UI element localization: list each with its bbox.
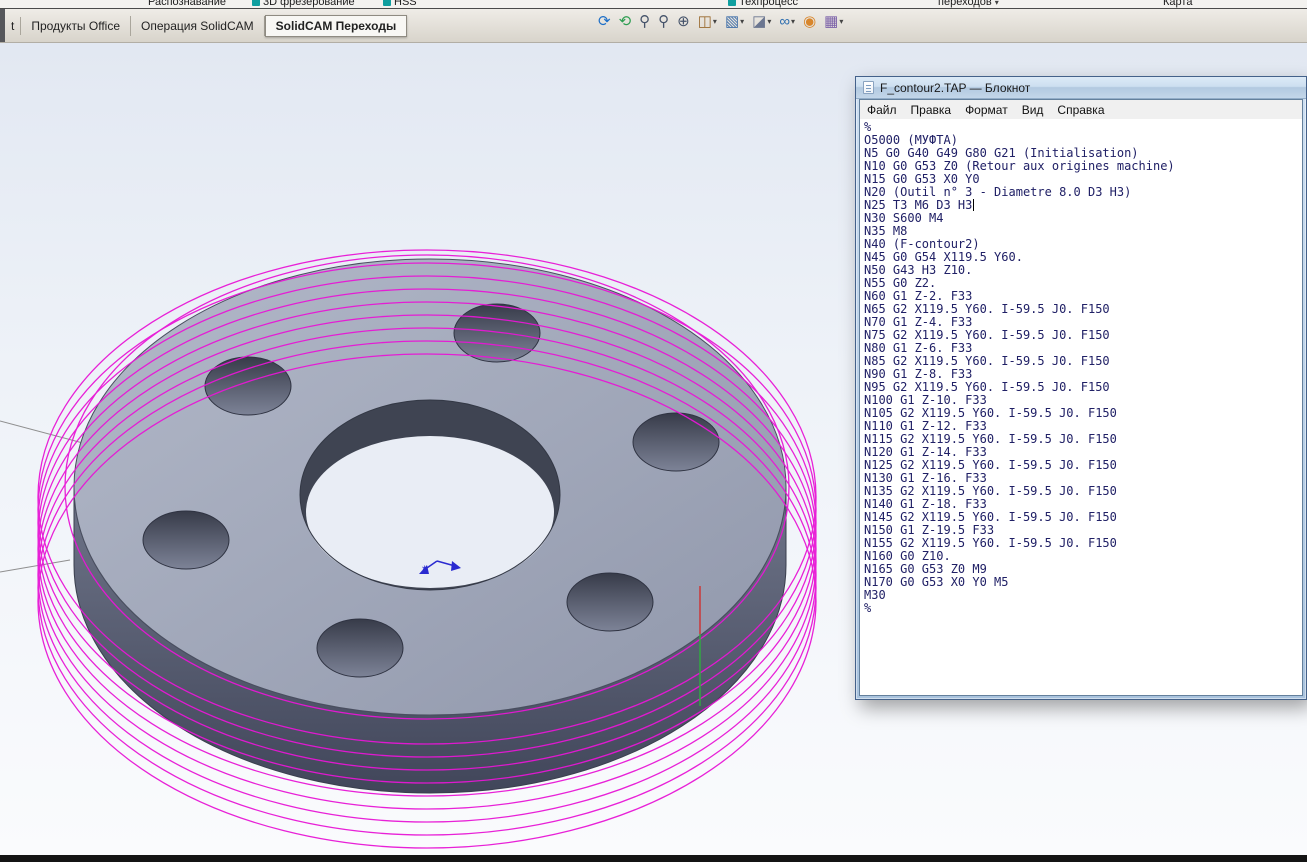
menu-item-справка[interactable]: Справка xyxy=(1050,101,1111,119)
ribbon-item[interactable]: Карта xyxy=(1163,0,1192,8)
hide-show-items-icon-glyph: ∞ xyxy=(779,14,790,29)
svg-text:*: * xyxy=(422,563,427,577)
ribbon-item[interactable]: Техпроцесс xyxy=(728,0,798,8)
hide-show-items-icon[interactable]: ∞▾ xyxy=(779,14,795,29)
chevron-down-icon: ▾ xyxy=(767,18,771,26)
chevron-down-icon: ▾ xyxy=(839,18,843,26)
apply-scene-icon[interactable]: ▦▾ xyxy=(824,14,843,29)
ribbon-item[interactable]: переходов▾ xyxy=(938,0,999,8)
ribbon-item[interactable]: HSS xyxy=(383,0,417,8)
zoom-fit-icon[interactable]: ⚲ xyxy=(639,14,650,29)
ribbon-item-label: Карта xyxy=(1163,0,1192,8)
rebuild-icon[interactable]: ⟳ xyxy=(598,14,611,29)
zoom-area-icon[interactable]: ⚲ xyxy=(658,14,669,29)
menu-item-правка[interactable]: Правка xyxy=(904,101,959,119)
zoom-fit-icon-glyph: ⚲ xyxy=(639,14,650,29)
ribbon-item[interactable]: 3D фрезерование xyxy=(252,0,355,8)
apply-scene-icon-glyph: ▦ xyxy=(824,14,838,29)
previous-view-icon-glyph: ⊕ xyxy=(677,14,690,29)
edit-appearance-icon[interactable]: ◉ xyxy=(803,14,816,29)
part-flange[interactable] xyxy=(74,259,786,793)
ribbon-item-icon xyxy=(383,0,391,6)
solidcam-window: Распознавание 3D фрезерование HSS Техпроцес… xyxy=(0,0,1307,862)
tab-операция-solidcam[interactable]: Операция SolidCAM xyxy=(131,16,265,36)
notepad-text-area[interactable]: %O5000 (МУФТА)N5 G0 G40 G49 G80 G21 (Ini… xyxy=(860,119,1302,695)
display-style-icon[interactable]: ◪▾ xyxy=(752,14,771,29)
section-view-icon[interactable]: ◫▾ xyxy=(698,14,717,29)
code-line: N30 S600 M4 xyxy=(864,212,1302,225)
tab-solidcam-переходы[interactable]: SolidCAM Переходы xyxy=(265,15,408,37)
view-orientation-icon-glyph: ▧ xyxy=(725,14,739,29)
ribbon-item-label: 3D фрезерование xyxy=(263,0,355,8)
ribbon-item-label: HSS xyxy=(394,0,417,8)
ribbon-item-icon xyxy=(252,0,260,6)
display-style-icon-glyph: ◪ xyxy=(752,14,766,29)
ribbon-item-label: переходов xyxy=(938,0,992,8)
previous-view-icon[interactable]: ⊕ xyxy=(677,14,690,29)
tab-продукты-office[interactable]: Продукты Office xyxy=(21,16,131,36)
commandmanager-tabs: Продукты OfficeОперация SolidCAMSolidCAM… xyxy=(21,15,407,37)
notepad-titlebar[interactable]: F_contour2.TAP — Блокнот xyxy=(856,77,1306,99)
notepad-client-area: ФайлПравкаФорматВидСправка %O5000 (МУФТА… xyxy=(859,99,1303,696)
chevron-down-icon: ▾ xyxy=(740,18,744,26)
ribbon-item-label: Распознавание xyxy=(148,0,226,8)
view-orientation-icon[interactable]: ▧▾ xyxy=(725,14,744,29)
notepad-menubar: ФайлПравкаФорматВидСправка xyxy=(860,100,1302,119)
update-cam-icon[interactable]: ⟲ xyxy=(619,14,632,29)
text-caret xyxy=(973,199,974,211)
code-line: N170 G0 G53 X0 Y0 M5 xyxy=(864,576,1302,589)
leader-line xyxy=(0,560,70,572)
menu-item-формат[interactable]: Формат xyxy=(958,101,1015,119)
ribbon-item-icon xyxy=(728,0,736,6)
window-bottom-edge xyxy=(0,855,1307,862)
ribbon-item-label: Техпроцесс xyxy=(739,0,798,8)
chevron-down-icon: ▾ xyxy=(995,0,999,7)
viewport-3d[interactable]: * F_contour2.TAP — Блокнот ФайлПравкаФор… xyxy=(0,43,1307,855)
code-line: % xyxy=(864,602,1302,615)
view-toolbar: ⟳⟲⚲⚲⊕◫▾▧▾◪▾∞▾◉▦▾ xyxy=(598,14,843,29)
chevron-down-icon: ▾ xyxy=(713,18,717,26)
edit-appearance-icon-glyph: ◉ xyxy=(803,14,816,29)
menu-item-вид[interactable]: Вид xyxy=(1015,101,1051,119)
section-view-icon-glyph: ◫ xyxy=(698,14,712,29)
zoom-area-icon-glyph: ⚲ xyxy=(658,14,669,29)
notepad-icon xyxy=(863,81,874,94)
commandmanager-tabbar: t Продукты OfficeОперация SolidCAMSolidC… xyxy=(0,9,1307,43)
ribbon-strip: Распознавание 3D фрезерование HSS Техпроцес… xyxy=(0,0,1307,9)
notepad-window: F_contour2.TAP — Блокнот ФайлПравкаФорма… xyxy=(855,76,1307,700)
tab-partial[interactable]: t xyxy=(5,17,21,35)
ribbon-item[interactable]: Распознавание xyxy=(148,0,226,8)
notepad-title: F_contour2.TAP — Блокнот xyxy=(880,81,1030,95)
update-cam-icon-glyph: ⟲ xyxy=(619,14,632,29)
chevron-down-icon: ▾ xyxy=(791,18,795,26)
code-line: M30 xyxy=(864,589,1302,602)
rebuild-icon-glyph: ⟳ xyxy=(598,14,611,29)
menu-item-файл[interactable]: Файл xyxy=(860,101,904,119)
